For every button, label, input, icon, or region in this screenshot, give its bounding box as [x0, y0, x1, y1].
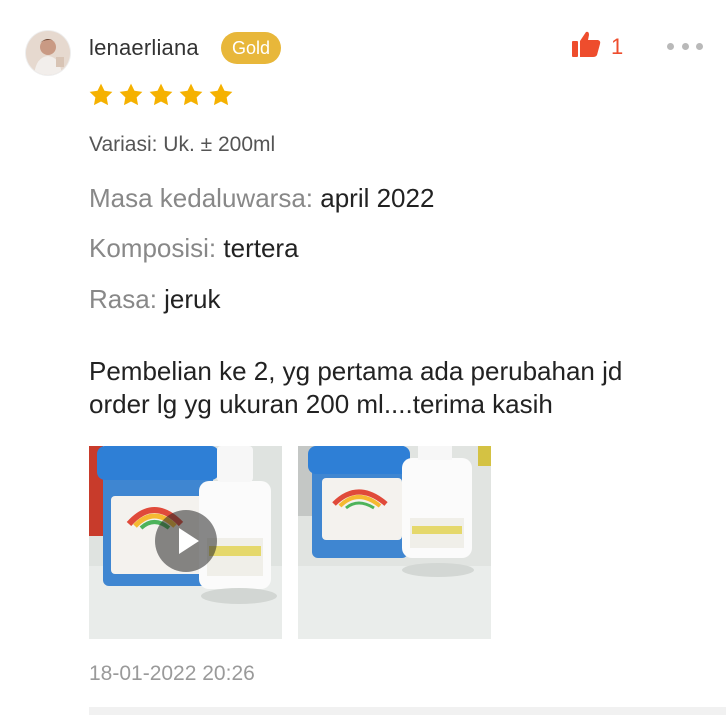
- attribute-composition: Komposisi: tertera: [89, 231, 299, 265]
- thumbs-up-icon: [571, 30, 601, 64]
- attribute-expiry: Masa kedaluwarsa: april 2022: [89, 181, 434, 215]
- divider: [89, 707, 726, 715]
- like-button[interactable]: 1: [571, 30, 624, 64]
- star-icon: [119, 83, 143, 106]
- attribute-taste: Rasa: jeruk: [89, 282, 221, 316]
- review-image-thumbnail[interactable]: [298, 446, 491, 639]
- review-video-thumbnail[interactable]: [89, 446, 282, 639]
- more-options-button[interactable]: [667, 36, 703, 56]
- attribute-value: april 2022: [320, 183, 435, 213]
- attribute-value: jeruk: [164, 284, 221, 314]
- more-dot-icon: [667, 42, 674, 50]
- attribute-label: Masa kedaluwarsa:: [89, 183, 313, 213]
- review-card: lenaerliana Gold 1 Variasi: Uk. ± 200ml …: [0, 0, 726, 726]
- star-icon: [149, 83, 173, 106]
- star-rating: [88, 82, 234, 108]
- star-icon: [209, 83, 233, 106]
- attribute-label: Rasa:: [89, 284, 157, 314]
- play-icon[interactable]: [155, 510, 217, 572]
- avatar[interactable]: [26, 31, 70, 75]
- more-dot-icon: [681, 42, 689, 50]
- username[interactable]: lenaerliana: [89, 34, 199, 62]
- review-timestamp: 18-01-2022 20:26: [89, 662, 255, 685]
- variant-text: Variasi: Uk. ± 200ml: [89, 133, 276, 156]
- star-icon: [179, 83, 203, 106]
- star-icon: [89, 83, 113, 106]
- membership-badge: Gold: [221, 32, 281, 64]
- like-count: 1: [611, 34, 624, 59]
- attribute-label: Komposisi:: [89, 233, 217, 263]
- more-dot-icon: [696, 42, 703, 50]
- attribute-value: tertera: [223, 233, 299, 263]
- review-comment: Pembelian ke 2, yg pertama ada perubahan…: [89, 356, 623, 419]
